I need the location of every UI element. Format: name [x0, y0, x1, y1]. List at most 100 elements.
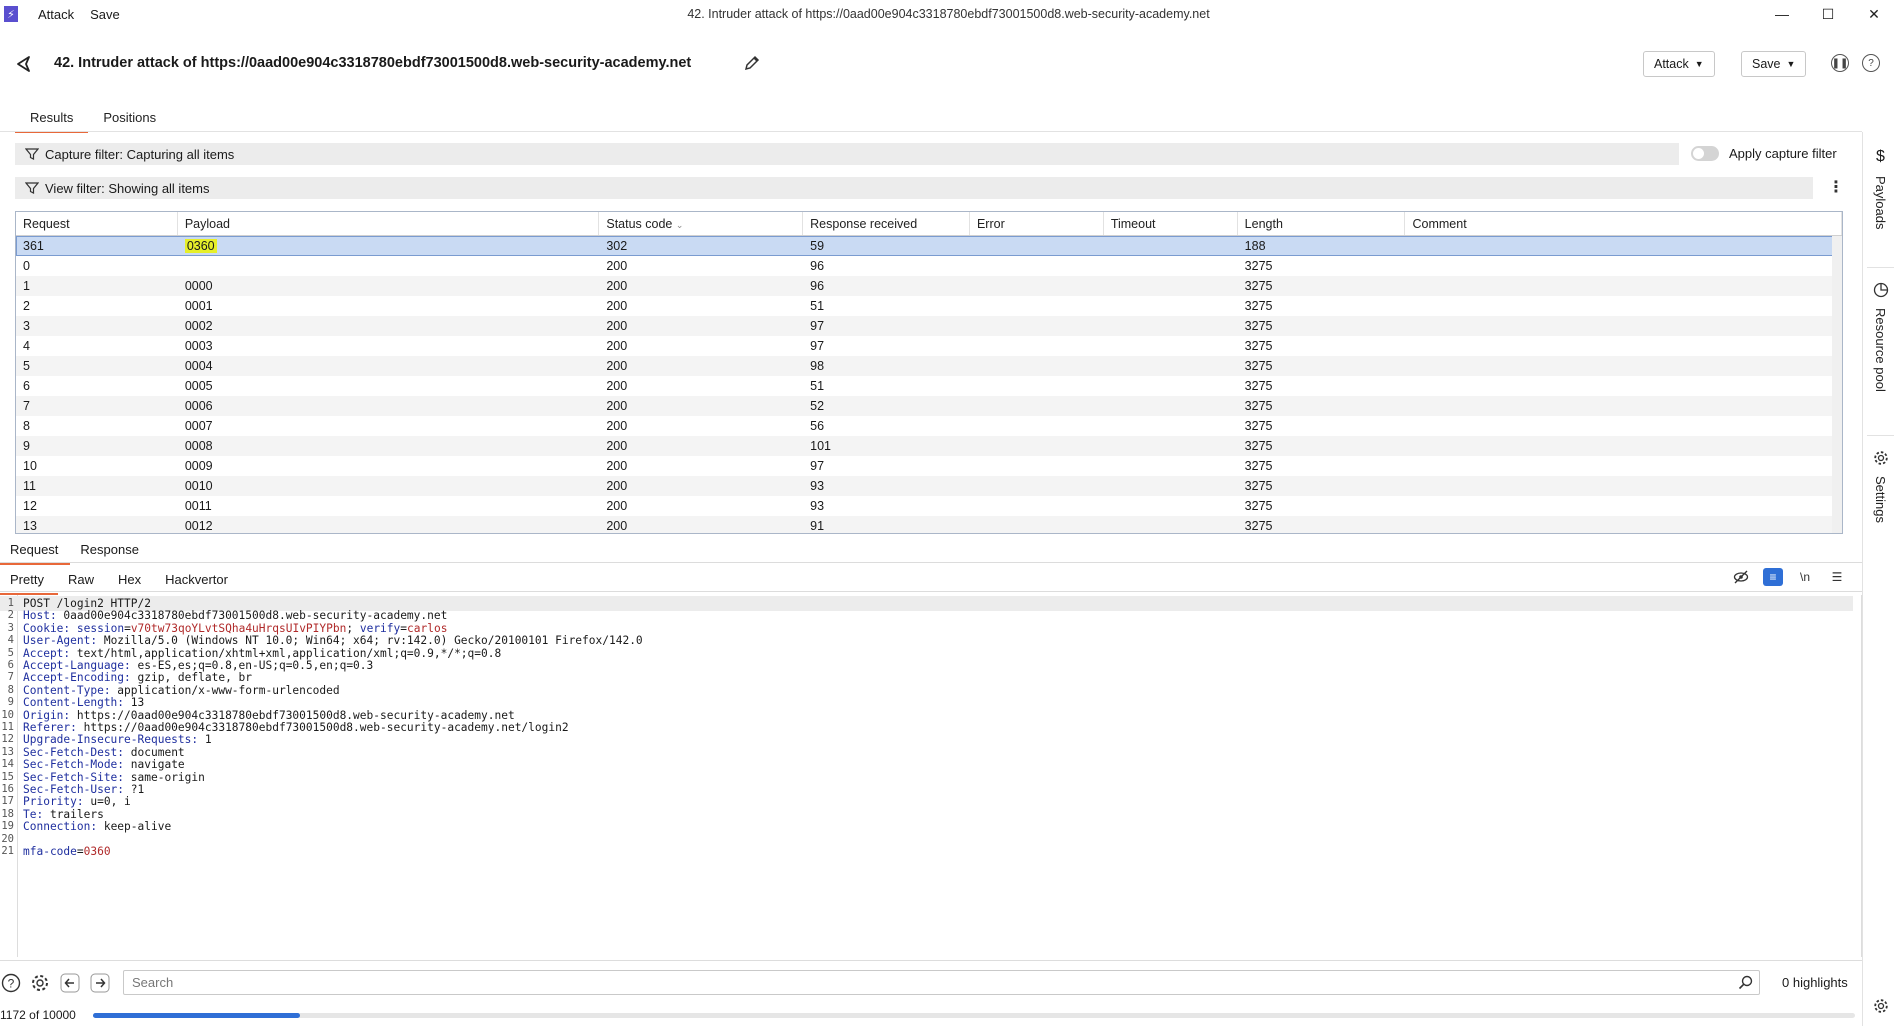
- save-dropdown-button[interactable]: Save ▼: [1741, 51, 1807, 77]
- cell-value: 0000: [184, 279, 213, 293]
- cell-length: 3275: [1238, 479, 1406, 493]
- search-icon[interactable]: [1738, 975, 1753, 990]
- col-response-received[interactable]: Response received: [803, 212, 970, 235]
- cell-value: 11: [23, 479, 36, 493]
- tab-results[interactable]: Results: [15, 106, 89, 133]
- cell-value: 0360: [184, 239, 217, 253]
- hide-nonprintable-icon[interactable]: [1731, 568, 1751, 586]
- newline-toggle-icon[interactable]: \n: [1795, 568, 1815, 586]
- cell-status-code: 200: [599, 459, 803, 473]
- capture-filter-bar[interactable]: Capture filter: Capturing all items: [15, 143, 1679, 165]
- cell-payload: 0005: [178, 379, 600, 393]
- cell-value: 0012: [184, 519, 213, 533]
- cell-value: 3275: [1244, 379, 1273, 393]
- cell-status-code: 200: [599, 339, 803, 353]
- cell-request: 11: [16, 479, 178, 493]
- table-row[interactable]: 0 200 96 3275: [16, 256, 1842, 276]
- intruder-arrow-icon[interactable]: [14, 54, 34, 74]
- menu-icon[interactable]: ☰: [1827, 568, 1847, 586]
- pause-icon[interactable]: ❚❚: [1831, 54, 1849, 72]
- sidebar-item-payloads[interactable]: $ Payloads: [1863, 148, 1897, 229]
- cell-value: 200: [606, 439, 628, 453]
- code-token: mfa-code: [23, 845, 77, 858]
- sidebar-item-settings[interactable]: Settings: [1863, 450, 1897, 523]
- apply-capture-filter-toggle[interactable]: [1691, 146, 1719, 161]
- table-row[interactable]: 6 0005 200 51 3275: [16, 376, 1842, 396]
- cell-value: 200: [606, 339, 628, 353]
- cell-response-received: 51: [803, 299, 970, 313]
- table-row[interactable]: 3 0002 200 97 3275: [16, 316, 1842, 336]
- cell-payload: 0360: [178, 239, 600, 253]
- cell-value: 97: [810, 459, 825, 473]
- cell-value: 0007: [184, 419, 213, 433]
- col-comment[interactable]: Comment: [1405, 212, 1842, 235]
- col-error[interactable]: Error: [970, 212, 1104, 235]
- chevron-down-icon: ▼: [1786, 59, 1796, 69]
- table-row[interactable]: 9 0008 200 101 3275: [16, 436, 1842, 456]
- cell-status-code: 200: [599, 259, 803, 273]
- sidebar-settings-bottom[interactable]: [1863, 998, 1897, 1014]
- table-row[interactable]: 13 0012 200 91 3275: [16, 516, 1842, 533]
- cell-value: 93: [810, 499, 825, 513]
- word-wrap-icon[interactable]: ≡: [1763, 568, 1783, 586]
- request-editor[interactable]: 1 POST /login2 HTTP/2 2 Host: 0aad00e904c33…: [0, 595, 1862, 957]
- cell-value: 97: [810, 319, 825, 333]
- view-filter-bar[interactable]: View filter: Showing all items: [15, 177, 1813, 199]
- cell-value: 56: [810, 419, 825, 433]
- table-row[interactable]: 12 0011 200 93 3275: [16, 496, 1842, 516]
- table-row[interactable]: 8 0007 200 56 3275: [16, 416, 1842, 436]
- table-scrollbar[interactable]: [1832, 236, 1842, 533]
- close-icon[interactable]: ✕: [1851, 0, 1897, 28]
- table-row[interactable]: 7 0006 200 52 3275: [16, 396, 1842, 416]
- cell-value: 361: [23, 239, 44, 253]
- minimize-icon[interactable]: —: [1759, 0, 1805, 28]
- search-input[interactable]: [124, 971, 1714, 994]
- cell-request: 10: [16, 459, 178, 473]
- cell-value: 98: [810, 359, 825, 373]
- cell-request: 3: [16, 319, 178, 333]
- cell-response-received: 97: [803, 319, 970, 333]
- table-row[interactable]: 1 0000 200 96 3275: [16, 276, 1842, 296]
- col-timeout[interactable]: Timeout: [1104, 212, 1238, 235]
- col-payload[interactable]: Payload: [178, 212, 600, 235]
- help-icon[interactable]: ?: [1862, 54, 1880, 72]
- maximize-icon[interactable]: ☐: [1805, 0, 1851, 28]
- table-row[interactable]: 5 0004 200 98 3275: [16, 356, 1842, 376]
- cell-response-received: 51: [803, 379, 970, 393]
- attack-dropdown-button[interactable]: Attack ▼: [1643, 51, 1715, 77]
- cell-value: 101: [810, 439, 831, 453]
- cell-payload: 0000: [178, 279, 600, 293]
- cell-request: 7: [16, 399, 178, 413]
- menu-attack[interactable]: Attack: [38, 7, 74, 22]
- cell-value: 8: [23, 419, 30, 433]
- burp-logo-icon: ⚡: [4, 6, 18, 22]
- cell-request: 2: [16, 299, 178, 313]
- table-row[interactable]: 10 0009 200 97 3275: [16, 456, 1842, 476]
- cell-status-code: 200: [599, 519, 803, 533]
- cell-payload: 0011: [178, 499, 600, 513]
- cell-value: 9: [23, 439, 30, 453]
- cell-value: 200: [606, 359, 628, 373]
- table-row[interactable]: 11 0010 200 93 3275: [16, 476, 1842, 496]
- col-request[interactable]: Request: [16, 212, 178, 235]
- code-line: 21 mfa-code=0360: [0, 844, 1860, 859]
- cell-value: 3: [23, 319, 30, 333]
- next-arrow-icon[interactable]: [89, 972, 111, 994]
- sidebar-item-resource-pool[interactable]: Resource pool: [1863, 282, 1897, 392]
- menu-save[interactable]: Save: [90, 7, 120, 22]
- col-length[interactable]: Length: [1238, 212, 1406, 235]
- table-row[interactable]: 361 0360 302 59 188: [16, 236, 1842, 256]
- cell-payload: 0004: [178, 359, 600, 373]
- tab-positions[interactable]: Positions: [88, 106, 171, 133]
- cell-request: 8: [16, 419, 178, 433]
- table-row[interactable]: 4 0003 200 97 3275: [16, 336, 1842, 356]
- cell-value: 0: [23, 259, 30, 273]
- help-circle-icon[interactable]: ?: [0, 972, 22, 994]
- more-options-icon[interactable]: ⋮: [1828, 177, 1844, 197]
- edit-pencil-icon[interactable]: [742, 53, 762, 73]
- col-status-code[interactable]: Status code ⌄: [599, 212, 804, 235]
- progress-bar: [93, 1013, 1855, 1018]
- table-row[interactable]: 2 0001 200 51 3275: [16, 296, 1842, 316]
- previous-arrow-icon[interactable]: [59, 972, 81, 994]
- settings-gear-icon[interactable]: [29, 972, 51, 994]
